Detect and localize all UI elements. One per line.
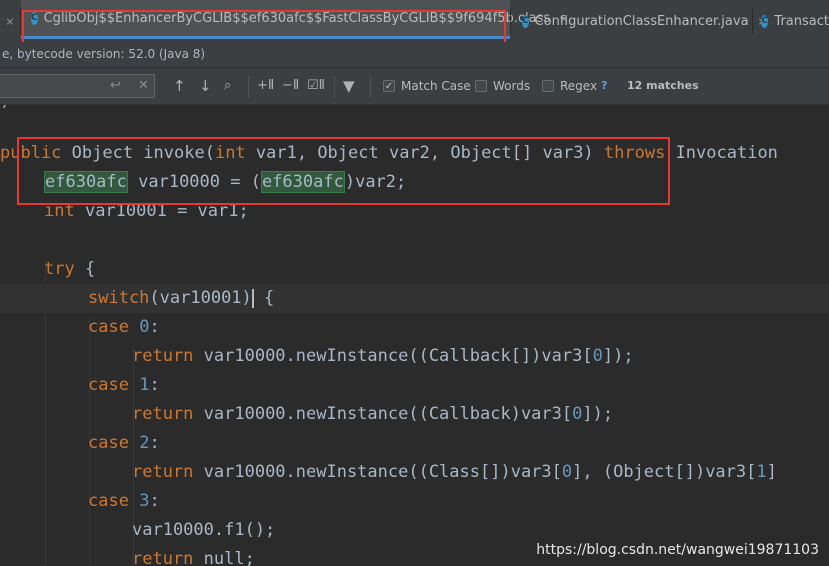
regex-label: Regex <box>560 79 598 93</box>
tab-label: ConfigurationClassEnhancer.java <box>534 13 749 29</box>
class-file-icon: C <box>761 14 769 28</box>
code-line: ) <box>0 105 10 116</box>
match-case-checkbox[interactable]: ✓ Match Case <box>383 79 471 93</box>
code-line-switch: switch(var10001) { <box>0 284 829 313</box>
add-occurrence-icon[interactable]: +Ⅱ <box>257 76 274 96</box>
filter-icon[interactable]: ▼ <box>343 76 355 96</box>
watermark: https://blog.csdn.net/wangwei19871103 <box>536 542 819 558</box>
code-line-case-2: case 2: <box>88 433 160 453</box>
tab-label: Transact <box>774 13 829 29</box>
search-input[interactable]: ↩ ✕ <box>0 74 155 98</box>
previous-occurrence-button[interactable]: ↑ <box>173 76 186 96</box>
tab-transact[interactable]: C Transact <box>753 0 829 42</box>
find-bar: ↩ ✕ ↑ ↓ ⌕ +Ⅱ −Ⅱ ☑Ⅱ ▼ ✓ Match Case Words … <box>0 67 829 105</box>
close-icon[interactable]: × <box>5 15 14 28</box>
regex-checkbox[interactable]: Regex <box>542 79 597 93</box>
words-label: Words <box>493 79 531 93</box>
tab-configuration-class-enhancer[interactable]: C ConfigurationClassEnhancer.java × <box>511 0 767 42</box>
code-line-case-3: case 3: <box>88 491 160 511</box>
code-line-f1: var10000.f1(); <box>132 520 276 540</box>
checkbox-checked-icon: ✓ <box>383 80 395 92</box>
regex-help-link[interactable]: ? <box>601 79 607 92</box>
code-line-return-1: return var10000.newInstance((Callback)va… <box>132 404 614 424</box>
words-checkbox[interactable]: Words <box>475 79 530 93</box>
code-line-return-0: return var10000.newInstance((Callback[])… <box>132 346 634 366</box>
match-count: 12 matches <box>627 79 699 92</box>
tab-close-overflow[interactable]: × <box>0 0 20 42</box>
match-case-label: Match Case <box>401 79 471 93</box>
toolbar-divider <box>370 76 371 98</box>
clear-search-icon[interactable]: ✕ <box>138 78 149 93</box>
next-occurrence-button[interactable]: ↓ <box>199 76 212 96</box>
select-all-occurrences-icon[interactable]: ☑Ⅱ <box>307 76 325 96</box>
remove-occurrence-icon[interactable]: −Ⅱ <box>282 76 299 96</box>
checkbox-empty-icon <box>542 80 554 92</box>
code-line-return-2: return var10000.newInstance((Class[])var… <box>132 462 777 482</box>
replace-enter-icon[interactable]: ↩ <box>110 78 121 93</box>
code-line-case-0: case 0: <box>88 317 160 337</box>
bytecode-info-text: e, bytecode version: 52.0 (Java 8) <box>2 47 206 61</box>
class-file-icon: C <box>522 14 529 28</box>
code-line-case-1: case 1: <box>88 375 160 395</box>
decompiler-info-bar: e, bytecode version: 52.0 (Java 8) <box>0 42 829 67</box>
toolbar-divider <box>334 76 335 98</box>
code-line-return-null: return null; <box>132 549 255 566</box>
find-all-icon[interactable]: ⌕ <box>224 76 231 96</box>
toolbar-divider <box>248 76 249 98</box>
checkbox-empty-icon <box>475 80 487 92</box>
annotation-highlight-code <box>17 137 670 205</box>
code-line-try: try { <box>44 259 96 279</box>
